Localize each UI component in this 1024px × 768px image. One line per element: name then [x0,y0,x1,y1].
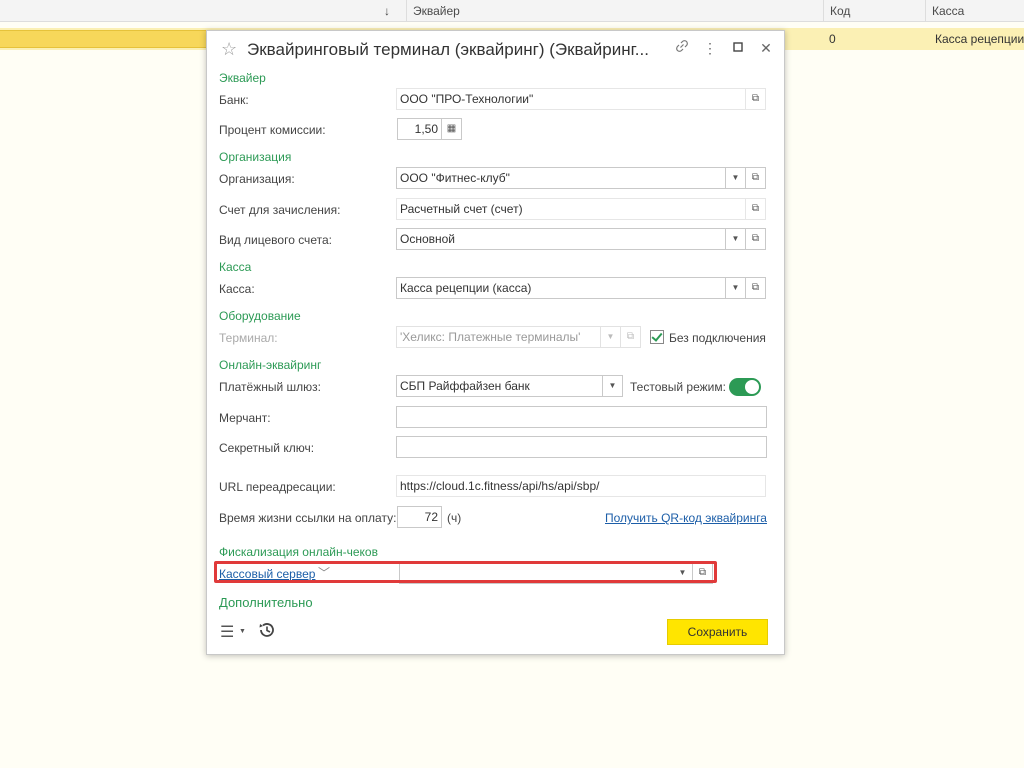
column-kassa[interactable]: Касса [925,0,1024,22]
org-label: Организация: [219,172,295,186]
test-mode-label: Тестовый режим: [630,380,726,394]
kassa-open-icon[interactable]: ⧉ [746,277,766,299]
kassa-field[interactable]: Касса рецепции (касса) [396,277,726,299]
favorite-star-icon[interactable]: ☆ [221,39,237,60]
url-field[interactable]: https://cloud.1c.fitness/api/hs/api/sbp/ [396,475,766,497]
secret-field[interactable] [396,436,767,458]
terminal-label: Терминал: [219,331,278,345]
highlight-box [214,561,717,583]
link-icon[interactable] [673,39,691,57]
section-acquirer: Эквайер [219,71,266,85]
account-label: Счет для зачисления: [219,203,341,217]
close-icon[interactable]: ✕ [757,39,775,57]
personal-open-icon[interactable]: ⧉ [746,228,766,250]
sort-arrow-icon[interactable]: ↓ [384,0,390,22]
ttl-unit: (ч) [447,511,462,525]
menu-icon[interactable]: ☰ [220,622,234,642]
offline-checkbox[interactable] [650,330,664,344]
personal-account-label: Вид лицевого счета: [219,233,332,247]
offline-label: Без подключения [669,331,766,345]
org-field[interactable]: ООО "Фитнес-клуб" [396,167,726,189]
terminal-open-icon: ⧉ [621,326,641,348]
toggle-knob [744,379,760,395]
url-label: URL переадресации: [219,480,336,494]
row-selection [0,30,207,48]
commission-field[interactable]: 1,50 [397,118,442,140]
commission-label: Процент комиссии: [219,123,326,137]
org-dropdown-icon[interactable]: ▼ [726,167,746,189]
kassa-label: Касса: [219,282,255,296]
section-extra[interactable]: Дополнительно [219,595,313,610]
qr-code-link[interactable]: Получить QR-код эквайринга [605,511,767,525]
list-header: ↓ Эквайер Код Касса [0,0,1024,22]
ttl-label: Время жизни ссылки на оплату: [219,511,397,525]
kassa-dropdown-icon[interactable]: ▼ [726,277,746,299]
merchant-field[interactable] [396,406,767,428]
section-kassa: Касса [219,260,252,274]
terminal-dropdown-icon: ▼ [601,326,621,348]
menu-dropdown-icon[interactable]: ▼ [239,628,246,635]
section-equipment: Оборудование [219,309,301,323]
section-online: Онлайн-эквайринг [219,358,322,372]
gateway-label: Платёжный шлюз: [219,380,321,394]
org-open-icon[interactable]: ⧉ [746,167,766,189]
merchant-label: Мерчант: [219,411,271,425]
calculator-icon[interactable]: ▦ [442,118,462,140]
section-fiscal: Фискализация онлайн-чеков [219,545,378,559]
secret-label: Секретный ключ: [219,441,315,455]
gateway-field[interactable]: СБП Райффайзен банк [396,375,603,397]
account-field[interactable]: Расчетный счет (счет) [396,198,746,220]
bank-label: Банк: [219,93,249,107]
dialog-title: Эквайринговый терминал (эквайринг) (Эква… [247,40,649,59]
title-bar: ☆ Эквайринговый терминал (эквайринг) (Эк… [207,31,784,67]
more-icon[interactable]: ⋮ [701,39,719,57]
personal-account-field[interactable]: Основной [396,228,726,250]
check-icon [651,330,663,342]
row-code: 0 [829,32,836,46]
section-org: Организация [219,150,292,164]
save-button[interactable]: Сохранить [667,619,768,645]
bank-open-icon[interactable]: ⧉ [746,88,766,110]
test-mode-toggle[interactable] [729,378,761,396]
row-kassa: Касса рецепции [935,32,1024,46]
column-acquirer[interactable]: Эквайер [406,0,823,22]
terminal-field: 'Хеликс: Платежные терминалы' [396,326,601,348]
account-open-icon[interactable]: ⧉ [746,198,766,220]
ttl-field[interactable]: 72 [397,506,442,528]
bank-field[interactable]: ООО "ПРО-Технологии" [396,88,746,110]
gateway-dropdown-icon[interactable]: ▼ [603,375,623,397]
maximize-icon[interactable] [729,39,747,57]
column-code[interactable]: Код [823,0,925,22]
personal-dropdown-icon[interactable]: ▼ [726,228,746,250]
history-icon[interactable] [257,620,277,643]
